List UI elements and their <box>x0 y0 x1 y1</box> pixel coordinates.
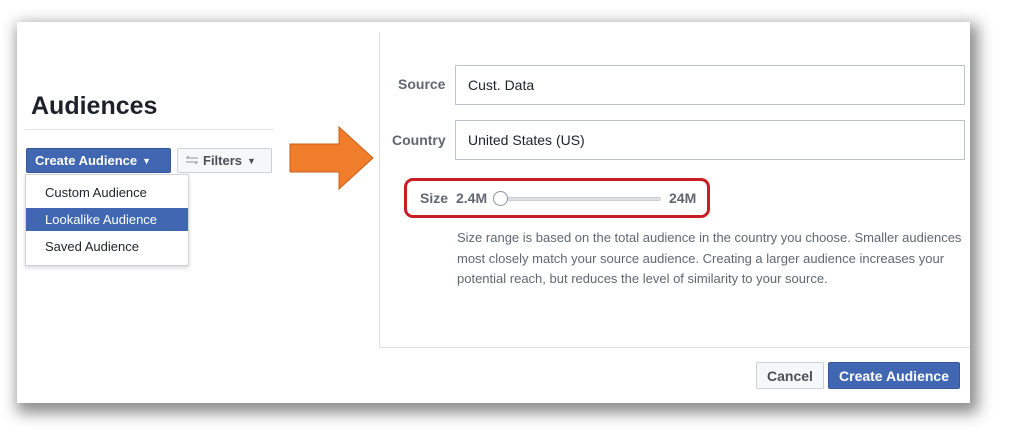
country-field[interactable]: United States (US) <box>455 120 965 160</box>
filters-label: Filters <box>203 153 243 168</box>
chevron-down-icon: ▼ <box>142 155 152 166</box>
screenshot-frame: Audiences Create Audience ▼ Filters ▼ Cu… <box>17 22 970 403</box>
country-label: Country <box>392 132 446 148</box>
size-label: Size <box>420 190 449 206</box>
panel-border <box>379 32 380 347</box>
size-slider-track[interactable] <box>496 197 661 201</box>
menu-item-custom-audience[interactable]: Custom Audience <box>26 181 188 204</box>
filters-button[interactable]: Filters ▼ <box>177 148 272 173</box>
create-audience-menu: Custom Audience Lookalike Audience Saved… <box>25 174 189 266</box>
sliders-icon <box>186 154 198 168</box>
size-highlight-callout: Size 2.4M 24M <box>404 178 710 218</box>
panel-divider <box>379 347 970 348</box>
page-title: Audiences <box>31 92 158 120</box>
callout-arrow-icon <box>289 126 374 190</box>
size-slider-handle[interactable] <box>493 191 508 206</box>
size-help-text: Size range is based on the total audienc… <box>457 230 962 286</box>
size-min-value: 2.4M <box>456 190 488 206</box>
create-audience-dropdown-button[interactable]: Create Audience ▼ <box>26 148 171 173</box>
cancel-button[interactable]: Cancel <box>756 362 824 389</box>
chevron-down-icon: ▼ <box>247 155 256 166</box>
source-field[interactable]: Cust. Data <box>455 65 965 105</box>
size-max-value: 24M <box>669 190 697 206</box>
create-audience-button[interactable]: Create Audience <box>828 362 960 389</box>
create-audience-label: Create Audience <box>35 153 138 168</box>
menu-item-saved-audience[interactable]: Saved Audience <box>26 235 188 258</box>
menu-item-lookalike-audience[interactable]: Lookalike Audience <box>26 208 188 231</box>
source-label: Source <box>398 76 446 92</box>
title-divider <box>25 129 274 130</box>
